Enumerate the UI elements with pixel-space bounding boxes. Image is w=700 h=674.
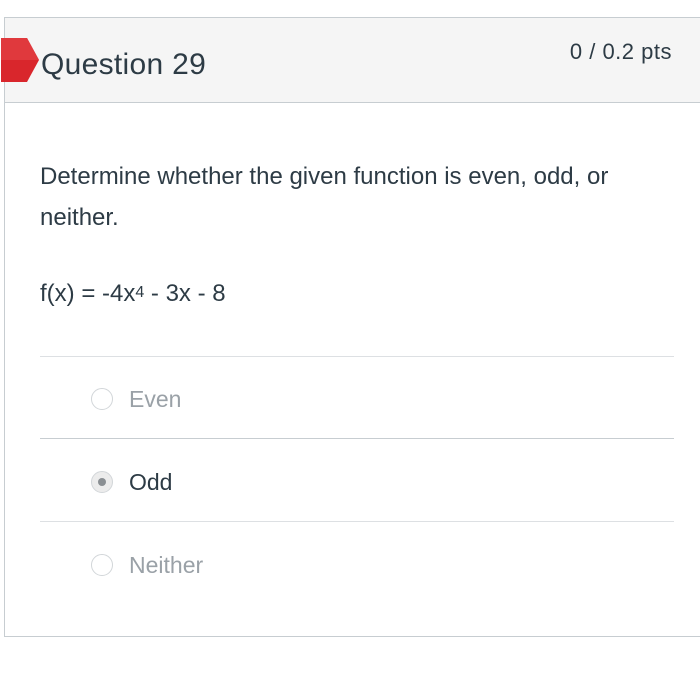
divider: [40, 356, 674, 357]
answer-option-even[interactable]: Even: [91, 379, 181, 419]
question-title: Question 29: [41, 48, 207, 81]
question-card: Question 29 0 / 0.2 pts Determine whethe…: [1, 17, 700, 637]
answer-label-neither: Neither: [129, 551, 204, 578]
radio-button-even[interactable]: [91, 388, 113, 410]
answer-label-even: Even: [129, 385, 182, 412]
formula-prefix: f(x) = -4x: [40, 280, 136, 307]
answer-option-neither[interactable]: Neither: [91, 545, 203, 585]
question-header: Question 29 0 / 0.2 pts: [1, 18, 700, 103]
question-prompt: Determine whether the given function is …: [40, 163, 609, 231]
formula-exponent: 4: [135, 284, 145, 301]
divider: [40, 438, 674, 439]
points-score: 0 / 0.2 pts: [569, 39, 672, 64]
answer-option-odd[interactable]: Odd: [91, 462, 172, 502]
formula-suffix: - 3x - 8: [144, 280, 226, 307]
function-formula: f(x) = -4x4 - 3x - 8: [40, 280, 226, 308]
divider: [40, 521, 674, 522]
answer-label-odd: Odd: [129, 468, 173, 495]
radio-button-odd[interactable]: [91, 471, 113, 493]
radio-button-neither[interactable]: [91, 554, 113, 576]
